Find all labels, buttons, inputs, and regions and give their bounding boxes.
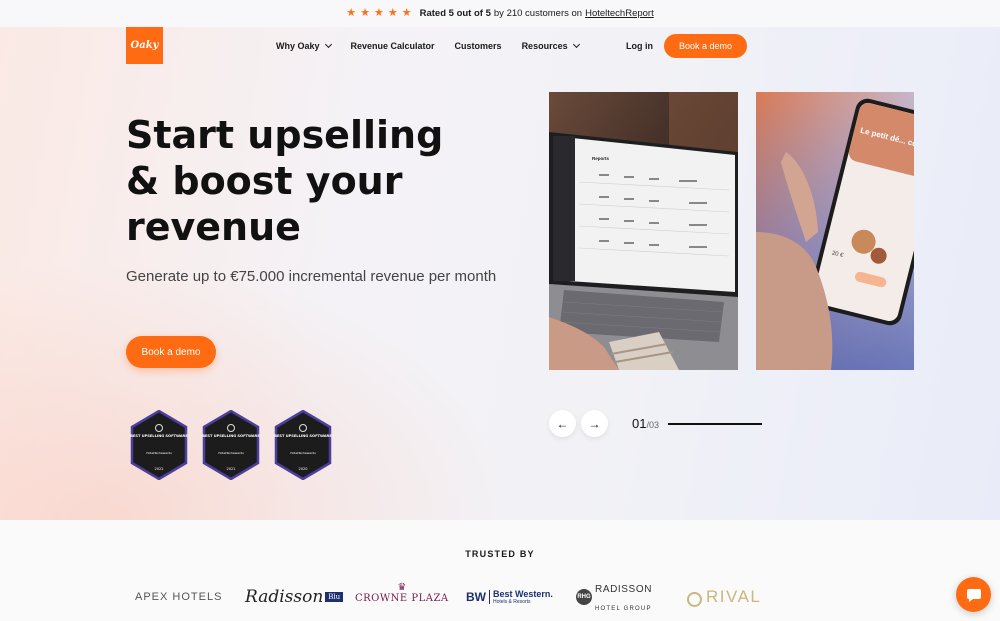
- carousel-slide-laptop[interactable]: Reports: [549, 92, 738, 370]
- headline-line-3: revenue: [126, 205, 301, 249]
- hero-headline: Start upselling & boost your revenue: [126, 112, 526, 250]
- rhg-subtitle: HOTEL GROUP: [595, 606, 652, 612]
- star-icon: ★: [374, 7, 384, 19]
- nav-resources[interactable]: Resources: [521, 38, 580, 54]
- headline-line-1: Start upselling: [126, 113, 444, 157]
- badge-year: 2020: [298, 467, 308, 471]
- nav-customers[interactable]: Customers: [455, 38, 502, 54]
- rating-text: by 210 customers on: [493, 8, 583, 19]
- chat-bubble-icon: [966, 588, 981, 602]
- badge-org: HotelTechAwards: [146, 451, 172, 455]
- rival-mark-icon: [687, 591, 702, 607]
- carousel-total: /03: [646, 420, 659, 430]
- star-icon: ★: [360, 7, 370, 19]
- rating-text-bold: Rated 5 out of 5: [419, 8, 491, 19]
- nav-item-label: Why Oaky: [276, 41, 320, 51]
- chevron-down-icon: [324, 40, 332, 49]
- headline-line-2: & boost your: [126, 159, 403, 203]
- carousel-progress-track: [668, 423, 762, 425]
- carousel-slide-phone[interactable]: Le petit dé... coure de... 20 €: [756, 92, 914, 370]
- nav-book-demo-button[interactable]: Book a demo: [664, 34, 747, 58]
- nav-why-oaky[interactable]: Why Oaky: [276, 38, 332, 54]
- customer-logos: APEX HOTELS Radisson Blu ♛ CROWNE PLAZA …: [0, 583, 1000, 613]
- award-badges: BEST UPSELLING SOFTWARE HotelTechAwards …: [130, 410, 332, 480]
- rating-bar: ★ ★ ★ ★ ★ Rated 5 out of 5 by 210 custom…: [0, 0, 1000, 27]
- bw-wordmark: Best Western.: [493, 589, 553, 599]
- carousel-current: 01: [632, 416, 647, 431]
- arrow-left-icon: ←: [556, 416, 569, 431]
- login-link[interactable]: Log in: [626, 38, 653, 54]
- bw-subtitle: Hotels & Resorts: [493, 599, 531, 605]
- badge-org: HotelTechAwards: [218, 451, 244, 455]
- badge-title: BEST UPSELLING SOFTWARE: [274, 434, 332, 438]
- trusted-by-title: TRUSTED BY: [465, 549, 535, 559]
- chevron-down-icon: [572, 40, 580, 49]
- blu-mark: Blu: [325, 592, 344, 602]
- bw-mark: BW: [466, 590, 490, 604]
- crowne-plaza-wordmark: CROWNE PLAZA: [355, 593, 449, 604]
- oaky-logo[interactable]: Oaky: [126, 27, 163, 64]
- chat-widget-button[interactable]: [956, 577, 991, 612]
- nav-item-label: Revenue Calculator: [350, 41, 435, 51]
- carousel-next-button[interactable]: →: [581, 410, 608, 437]
- award-logo-icon: [155, 424, 163, 432]
- hero-subheadline: Generate up to €75.000 incremental reven…: [126, 268, 497, 285]
- badge-title: BEST UPSELLING SOFTWARE: [130, 434, 188, 438]
- award-logo-icon: [227, 424, 235, 432]
- star-icon: ★: [387, 7, 398, 19]
- award-badge: BEST UPSELLING SOFTWARE HotelTechAwards …: [274, 410, 332, 480]
- hoteltechreport-link[interactable]: HoteltechReport: [585, 8, 654, 19]
- carousel-counter: 01/03: [632, 416, 659, 431]
- award-badge: BEST UPSELLING SOFTWARE HotelTechAwards …: [202, 410, 260, 480]
- rating-stars: ★ ★ ★ ★ ★: [346, 8, 411, 19]
- best-western-logo: BW Best Western. Hotels & Resorts: [466, 583, 553, 611]
- star-icon: ★: [346, 7, 357, 19]
- apex-hotels-logo: APEX HOTELS: [135, 591, 223, 603]
- award-logo-icon: [299, 424, 307, 432]
- carousel-prev-button[interactable]: ←: [549, 410, 576, 437]
- badge-title: BEST UPSELLING SOFTWARE: [202, 434, 260, 438]
- award-badge: BEST UPSELLING SOFTWARE HotelTechAwards …: [130, 410, 188, 480]
- star-icon: ★: [401, 7, 412, 19]
- crowne-plaza-logo: ♛ CROWNE PLAZA: [355, 583, 449, 611]
- rival-logo: RIVAL: [687, 583, 761, 611]
- crown-icon: ♛: [397, 582, 407, 593]
- rival-wordmark: RIVAL: [706, 587, 762, 606]
- radisson-blu-logo: Radisson Blu: [245, 583, 344, 611]
- badge-year: 2021: [226, 467, 236, 471]
- screen-title: Reports: [592, 156, 609, 161]
- nav-item-label: Resources: [521, 41, 568, 51]
- main-nav: Why Oaky Revenue Calculator Customers Re…: [276, 38, 580, 54]
- badge-org: HotelTechAwards: [290, 451, 316, 455]
- arrow-right-icon: →: [588, 416, 601, 431]
- badge-year: 2022: [154, 467, 164, 471]
- radisson-hotel-group-logo: RHG RADISSON HOTEL GROUP: [576, 583, 653, 612]
- nav-revenue-calculator[interactable]: Revenue Calculator: [351, 38, 435, 54]
- nav-item-label: Customers: [454, 41, 502, 51]
- hero-book-demo-button[interactable]: Book a demo: [126, 336, 216, 368]
- rhg-mark: RHG: [576, 589, 592, 605]
- radisson-wordmark: Radisson: [245, 587, 324, 607]
- rhg-wordmark: RADISSON: [595, 584, 653, 595]
